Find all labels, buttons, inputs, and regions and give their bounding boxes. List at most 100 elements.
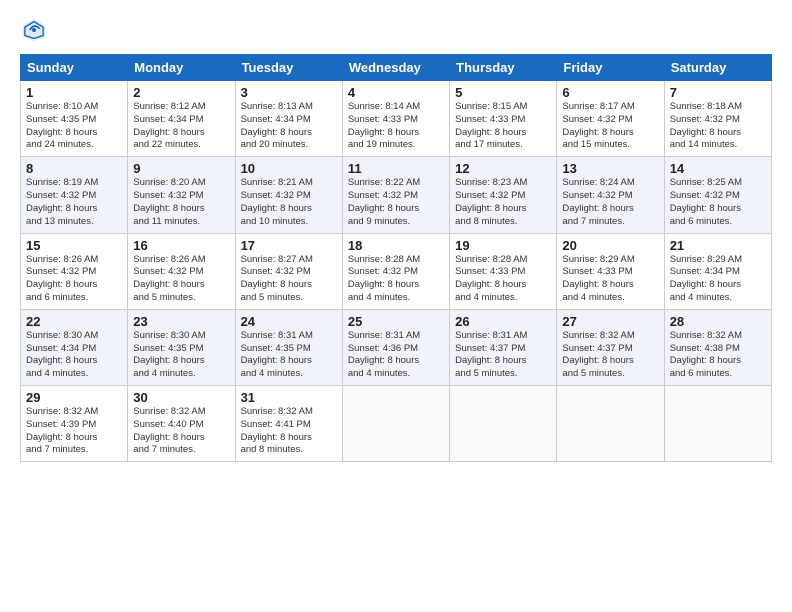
logo-icon <box>20 16 48 44</box>
day-info: Sunrise: 8:32 AM Sunset: 4:37 PM Dayligh… <box>562 330 658 381</box>
col-monday: Monday <box>128 55 235 81</box>
day-number: 6 <box>562 85 658 100</box>
day-info: Sunrise: 8:18 AM Sunset: 4:32 PM Dayligh… <box>670 101 766 152</box>
table-row: 16Sunrise: 8:26 AM Sunset: 4:32 PM Dayli… <box>128 233 235 309</box>
day-info: Sunrise: 8:30 AM Sunset: 4:35 PM Dayligh… <box>133 330 229 381</box>
day-info: Sunrise: 8:32 AM Sunset: 4:40 PM Dayligh… <box>133 406 229 457</box>
table-row: 23Sunrise: 8:30 AM Sunset: 4:35 PM Dayli… <box>128 309 235 385</box>
table-row: 5Sunrise: 8:15 AM Sunset: 4:33 PM Daylig… <box>450 81 557 157</box>
day-info: Sunrise: 8:10 AM Sunset: 4:35 PM Dayligh… <box>26 101 122 152</box>
calendar-week-row: 1Sunrise: 8:10 AM Sunset: 4:35 PM Daylig… <box>21 81 772 157</box>
header <box>20 16 772 44</box>
day-number: 12 <box>455 161 551 176</box>
calendar-week-row: 15Sunrise: 8:26 AM Sunset: 4:32 PM Dayli… <box>21 233 772 309</box>
table-row: 20Sunrise: 8:29 AM Sunset: 4:33 PM Dayli… <box>557 233 664 309</box>
calendar-week-row: 8Sunrise: 8:19 AM Sunset: 4:32 PM Daylig… <box>21 157 772 233</box>
day-info: Sunrise: 8:31 AM Sunset: 4:35 PM Dayligh… <box>241 330 337 381</box>
day-info: Sunrise: 8:26 AM Sunset: 4:32 PM Dayligh… <box>26 254 122 305</box>
day-number: 21 <box>670 238 766 253</box>
day-number: 26 <box>455 314 551 329</box>
day-info: Sunrise: 8:17 AM Sunset: 4:32 PM Dayligh… <box>562 101 658 152</box>
table-row: 19Sunrise: 8:28 AM Sunset: 4:33 PM Dayli… <box>450 233 557 309</box>
col-saturday: Saturday <box>664 55 771 81</box>
table-row: 14Sunrise: 8:25 AM Sunset: 4:32 PM Dayli… <box>664 157 771 233</box>
col-thursday: Thursday <box>450 55 557 81</box>
day-info: Sunrise: 8:21 AM Sunset: 4:32 PM Dayligh… <box>241 177 337 228</box>
table-row: 13Sunrise: 8:24 AM Sunset: 4:32 PM Dayli… <box>557 157 664 233</box>
day-number: 29 <box>26 390 122 405</box>
table-row: 4Sunrise: 8:14 AM Sunset: 4:33 PM Daylig… <box>342 81 449 157</box>
day-number: 15 <box>26 238 122 253</box>
table-row: 24Sunrise: 8:31 AM Sunset: 4:35 PM Dayli… <box>235 309 342 385</box>
day-info: Sunrise: 8:22 AM Sunset: 4:32 PM Dayligh… <box>348 177 444 228</box>
day-number: 14 <box>670 161 766 176</box>
day-info: Sunrise: 8:24 AM Sunset: 4:32 PM Dayligh… <box>562 177 658 228</box>
day-number: 24 <box>241 314 337 329</box>
day-number: 17 <box>241 238 337 253</box>
day-number: 2 <box>133 85 229 100</box>
table-row <box>342 386 449 462</box>
table-row: 11Sunrise: 8:22 AM Sunset: 4:32 PM Dayli… <box>342 157 449 233</box>
table-row: 21Sunrise: 8:29 AM Sunset: 4:34 PM Dayli… <box>664 233 771 309</box>
day-info: Sunrise: 8:32 AM Sunset: 4:38 PM Dayligh… <box>670 330 766 381</box>
day-number: 22 <box>26 314 122 329</box>
day-info: Sunrise: 8:14 AM Sunset: 4:33 PM Dayligh… <box>348 101 444 152</box>
day-number: 10 <box>241 161 337 176</box>
calendar-table: Sunday Monday Tuesday Wednesday Thursday… <box>20 54 772 462</box>
day-info: Sunrise: 8:20 AM Sunset: 4:32 PM Dayligh… <box>133 177 229 228</box>
day-number: 1 <box>26 85 122 100</box>
col-friday: Friday <box>557 55 664 81</box>
table-row: 31Sunrise: 8:32 AM Sunset: 4:41 PM Dayli… <box>235 386 342 462</box>
day-number: 31 <box>241 390 337 405</box>
day-info: Sunrise: 8:15 AM Sunset: 4:33 PM Dayligh… <box>455 101 551 152</box>
day-info: Sunrise: 8:19 AM Sunset: 4:32 PM Dayligh… <box>26 177 122 228</box>
day-info: Sunrise: 8:23 AM Sunset: 4:32 PM Dayligh… <box>455 177 551 228</box>
col-wednesday: Wednesday <box>342 55 449 81</box>
day-number: 11 <box>348 161 444 176</box>
day-number: 18 <box>348 238 444 253</box>
table-row <box>450 386 557 462</box>
table-row: 22Sunrise: 8:30 AM Sunset: 4:34 PM Dayli… <box>21 309 128 385</box>
day-info: Sunrise: 8:26 AM Sunset: 4:32 PM Dayligh… <box>133 254 229 305</box>
col-sunday: Sunday <box>21 55 128 81</box>
table-row: 30Sunrise: 8:32 AM Sunset: 4:40 PM Dayli… <box>128 386 235 462</box>
day-number: 13 <box>562 161 658 176</box>
day-number: 3 <box>241 85 337 100</box>
day-number: 25 <box>348 314 444 329</box>
table-row: 1Sunrise: 8:10 AM Sunset: 4:35 PM Daylig… <box>21 81 128 157</box>
calendar-week-row: 29Sunrise: 8:32 AM Sunset: 4:39 PM Dayli… <box>21 386 772 462</box>
table-row: 9Sunrise: 8:20 AM Sunset: 4:32 PM Daylig… <box>128 157 235 233</box>
day-number: 20 <box>562 238 658 253</box>
table-row: 28Sunrise: 8:32 AM Sunset: 4:38 PM Dayli… <box>664 309 771 385</box>
day-info: Sunrise: 8:13 AM Sunset: 4:34 PM Dayligh… <box>241 101 337 152</box>
day-number: 23 <box>133 314 229 329</box>
day-info: Sunrise: 8:28 AM Sunset: 4:32 PM Dayligh… <box>348 254 444 305</box>
day-number: 16 <box>133 238 229 253</box>
table-row <box>664 386 771 462</box>
day-info: Sunrise: 8:25 AM Sunset: 4:32 PM Dayligh… <box>670 177 766 228</box>
table-row: 8Sunrise: 8:19 AM Sunset: 4:32 PM Daylig… <box>21 157 128 233</box>
table-row: 6Sunrise: 8:17 AM Sunset: 4:32 PM Daylig… <box>557 81 664 157</box>
day-number: 7 <box>670 85 766 100</box>
table-row: 15Sunrise: 8:26 AM Sunset: 4:32 PM Dayli… <box>21 233 128 309</box>
day-info: Sunrise: 8:32 AM Sunset: 4:41 PM Dayligh… <box>241 406 337 457</box>
table-row: 27Sunrise: 8:32 AM Sunset: 4:37 PM Dayli… <box>557 309 664 385</box>
logo <box>20 16 52 44</box>
day-info: Sunrise: 8:29 AM Sunset: 4:33 PM Dayligh… <box>562 254 658 305</box>
day-number: 27 <box>562 314 658 329</box>
table-row: 26Sunrise: 8:31 AM Sunset: 4:37 PM Dayli… <box>450 309 557 385</box>
table-row: 10Sunrise: 8:21 AM Sunset: 4:32 PM Dayli… <box>235 157 342 233</box>
day-info: Sunrise: 8:32 AM Sunset: 4:39 PM Dayligh… <box>26 406 122 457</box>
calendar-week-row: 22Sunrise: 8:30 AM Sunset: 4:34 PM Dayli… <box>21 309 772 385</box>
table-row: 12Sunrise: 8:23 AM Sunset: 4:32 PM Dayli… <box>450 157 557 233</box>
day-number: 5 <box>455 85 551 100</box>
table-row: 25Sunrise: 8:31 AM Sunset: 4:36 PM Dayli… <box>342 309 449 385</box>
day-number: 4 <box>348 85 444 100</box>
day-info: Sunrise: 8:28 AM Sunset: 4:33 PM Dayligh… <box>455 254 551 305</box>
table-row <box>557 386 664 462</box>
day-number: 30 <box>133 390 229 405</box>
table-row: 3Sunrise: 8:13 AM Sunset: 4:34 PM Daylig… <box>235 81 342 157</box>
day-number: 9 <box>133 161 229 176</box>
day-info: Sunrise: 8:30 AM Sunset: 4:34 PM Dayligh… <box>26 330 122 381</box>
day-info: Sunrise: 8:27 AM Sunset: 4:32 PM Dayligh… <box>241 254 337 305</box>
